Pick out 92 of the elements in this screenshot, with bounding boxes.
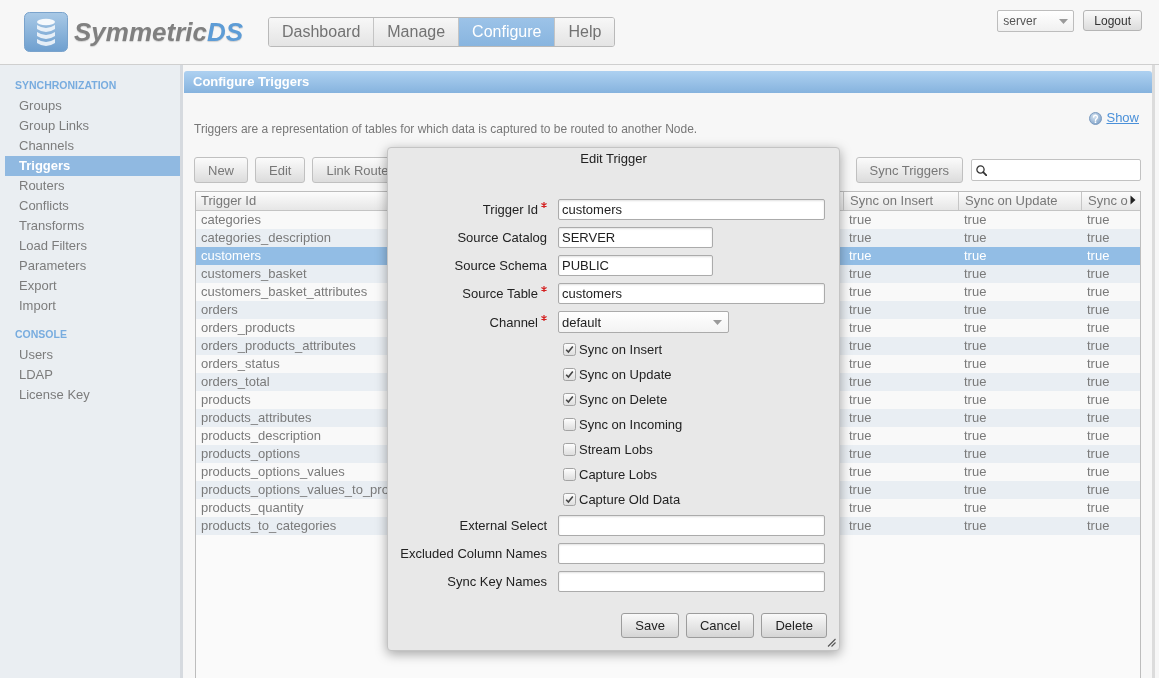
table-cell: true	[964, 338, 987, 353]
table-cell: customers_basket_attributes	[201, 284, 368, 299]
table-cell: true	[964, 518, 987, 533]
checkbox-label: Sync on Update	[579, 366, 672, 382]
table-cell: products_quantity	[201, 500, 304, 515]
table-cell: true	[849, 410, 872, 425]
table-cell: true	[964, 392, 987, 407]
field-label: Sync Key Names	[447, 574, 547, 589]
table-cell: true	[964, 446, 987, 461]
table-cell: true	[1087, 464, 1110, 479]
table-cell: true	[1087, 518, 1110, 533]
field-label: Source Catalog	[457, 230, 547, 245]
table-cell: true	[964, 482, 987, 497]
field-label: Excluded Column Names	[400, 546, 547, 561]
table-cell: true	[1087, 374, 1110, 389]
table-cell: true	[1087, 266, 1110, 281]
checkbox-label: Sync on Incoming	[579, 416, 683, 432]
table-cell: products_to_categories	[201, 518, 337, 533]
table-cell: orders_total	[201, 374, 270, 389]
table-cell: true	[964, 374, 987, 389]
page-title: Configure Triggers	[184, 71, 1152, 93]
section-heading: SYNCHRONIZATION	[15, 79, 117, 91]
table-cell: categories_description	[201, 230, 332, 245]
field-label: External Select	[459, 518, 547, 533]
table-cell: true	[849, 428, 872, 443]
table-cell: true	[1087, 284, 1110, 299]
table-cell: true	[964, 302, 987, 317]
table-cell: orders_products	[201, 320, 295, 335]
table-cell: products_description	[201, 428, 321, 443]
table-cell: true	[849, 392, 872, 407]
section-heading: CONSOLE	[15, 328, 67, 340]
field-label: Channel	[489, 314, 538, 330]
table-cell: true	[964, 356, 987, 371]
description-text: Triggers are a representation of tables for which data is captured to be routed to another Node.	[194, 122, 698, 136]
table-cell: products	[201, 392, 251, 407]
table-cell: true	[849, 248, 872, 263]
table-cell: true	[1087, 338, 1110, 353]
table-cell: true	[964, 248, 987, 263]
table-cell: true	[1087, 500, 1110, 515]
table-cell: customers_basket	[201, 266, 307, 281]
table-cell: products_options_values	[201, 464, 345, 479]
table-cell: true	[1087, 428, 1110, 443]
table-cell: true	[1087, 212, 1110, 227]
table-cell: true	[1087, 356, 1110, 371]
table-cell: true	[964, 464, 987, 479]
checkbox-label: Stream Lobs	[579, 441, 653, 457]
table-cell: true	[1087, 248, 1110, 263]
table-cell: true	[849, 320, 872, 335]
checkbox-label: Capture Lobs	[579, 466, 658, 482]
table-cell: true	[849, 374, 872, 389]
table-cell: true	[849, 482, 872, 497]
table-cell: true	[964, 230, 987, 245]
table-cell: true	[849, 212, 872, 227]
dialog-title: Edit Trigger	[580, 152, 647, 166]
table-cell: true	[964, 212, 987, 227]
table-cell: products_attributes	[201, 410, 312, 425]
table-cell: categories	[201, 212, 261, 227]
table-cell: orders_status	[201, 356, 280, 371]
table-cell: true	[849, 302, 872, 317]
table-cell: true	[1087, 320, 1110, 335]
table-cell: orders	[201, 302, 238, 317]
table-cell: customers	[201, 248, 261, 263]
table-cell: true	[1087, 410, 1110, 425]
table-cell: true	[964, 410, 987, 425]
table-cell: true	[849, 266, 872, 281]
logo-text: SymmetricDS	[74, 16, 244, 49]
table-cell: true	[1087, 482, 1110, 497]
table-cell: products_options_values_to_pro	[201, 482, 389, 497]
table-cell: true	[964, 284, 987, 299]
checkbox-label: Sync on Delete	[579, 391, 668, 407]
table-cell: true	[849, 284, 872, 299]
table-cell: true	[1087, 230, 1110, 245]
field-label: Source Table	[462, 286, 538, 301]
table-cell: true	[964, 320, 987, 335]
table-cell: true	[849, 356, 872, 371]
checkbox-label: Sync on Insert	[579, 341, 663, 357]
table-cell: true	[964, 500, 987, 515]
table-cell: true	[964, 428, 987, 443]
field-label: Source Schema	[454, 258, 547, 273]
table-cell: true	[849, 518, 872, 533]
table-cell: orders_products_attributes	[201, 338, 356, 353]
table-cell: true	[849, 464, 872, 479]
table-cell: true	[1087, 392, 1110, 407]
table-cell: true	[1087, 302, 1110, 317]
table-cell: true	[849, 338, 872, 353]
table-cell: true	[849, 500, 872, 515]
table-cell: products_options	[201, 446, 300, 461]
table-cell: true	[849, 230, 872, 245]
table-cell: true	[849, 446, 872, 461]
table-cell: true	[964, 266, 987, 281]
field-label: Trigger Id	[482, 202, 538, 217]
table-cell: true	[1087, 446, 1110, 461]
